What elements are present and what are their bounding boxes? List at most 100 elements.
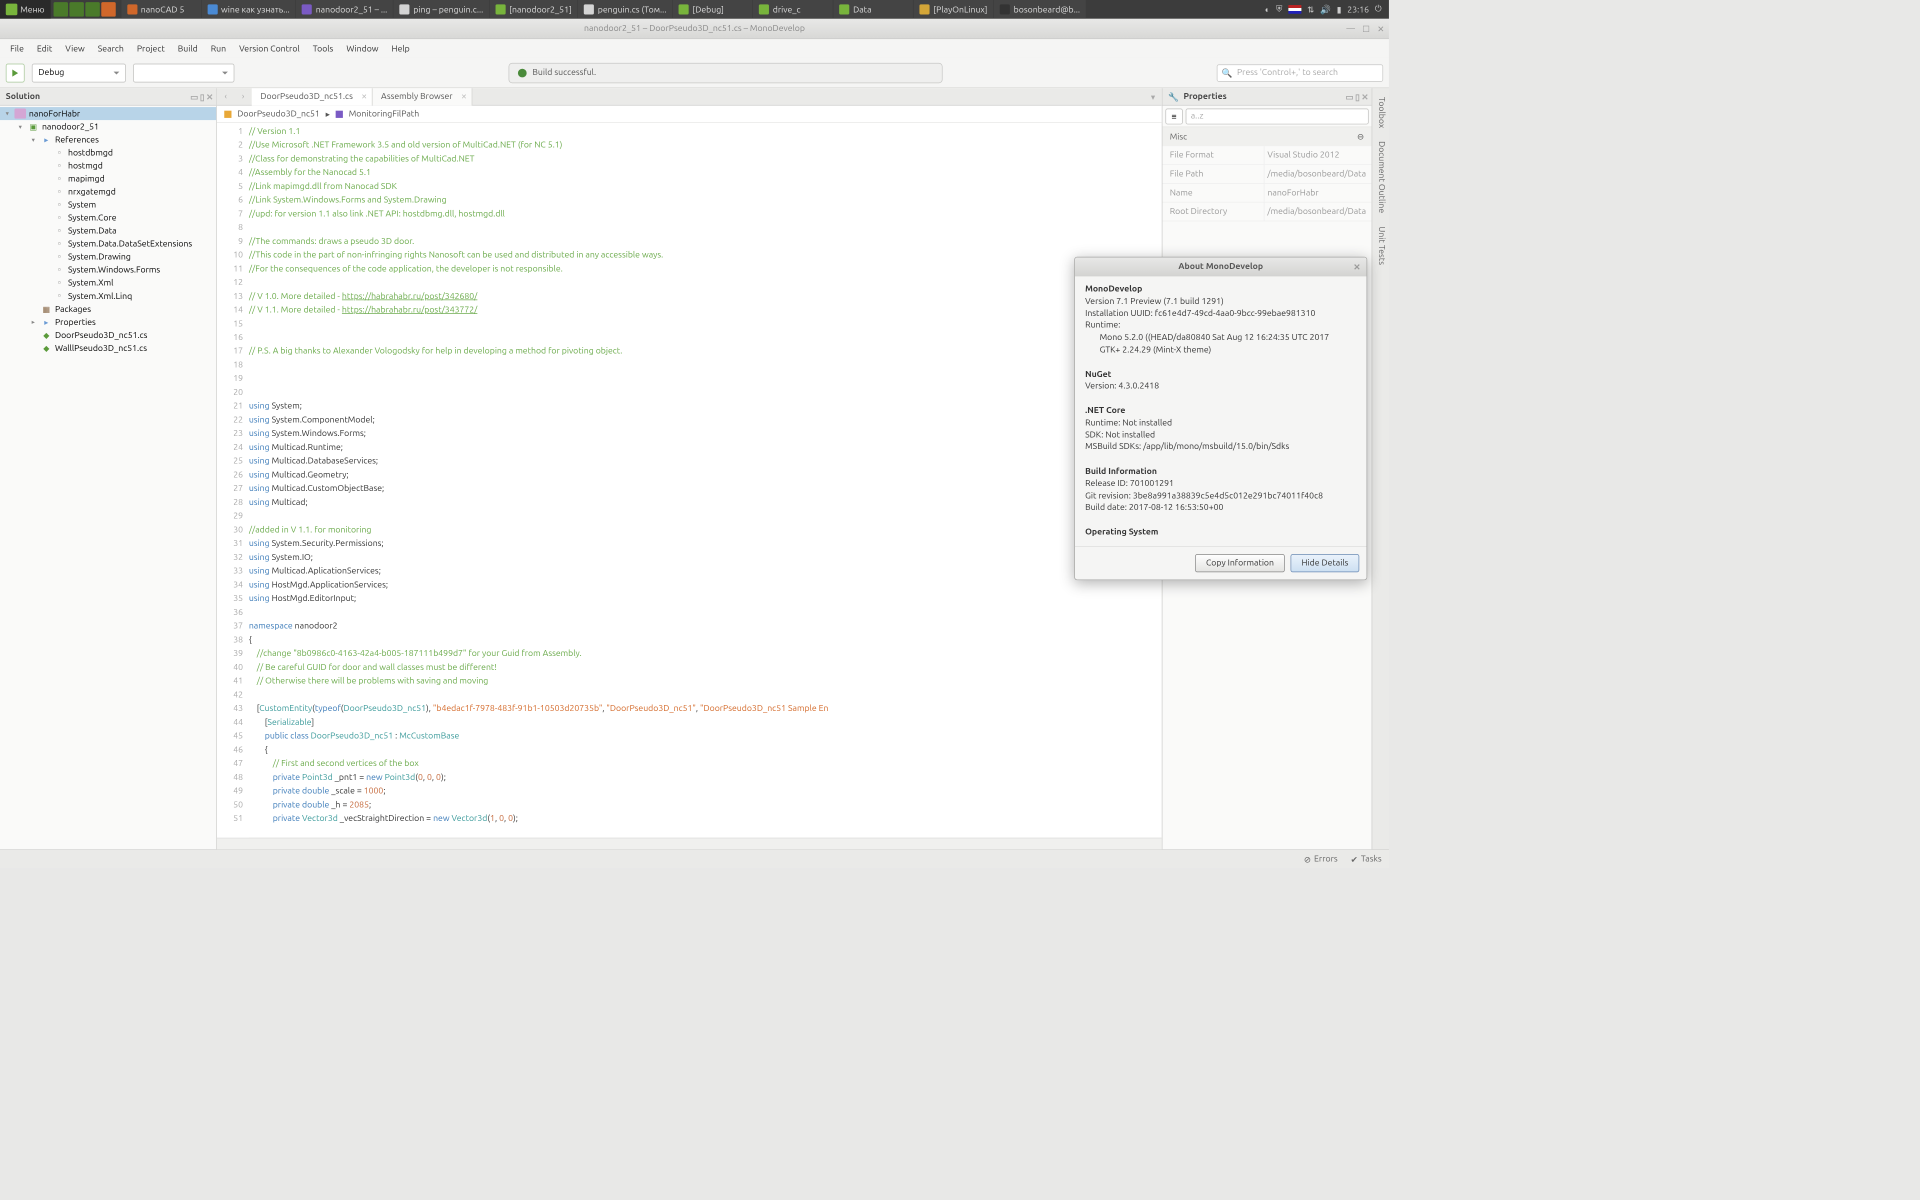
menu-edit[interactable]: Edit (31, 41, 58, 56)
launcher-terminal-icon[interactable] (69, 2, 83, 16)
taskbar-task[interactable]: [nanodoor2_51] (490, 0, 578, 19)
tree-item[interactable]: ▸▸Properties (0, 315, 216, 328)
taskbar-task[interactable]: drive_c (753, 0, 833, 19)
panel-autohide-icon[interactable]: ▯ (200, 92, 205, 102)
breadcrumb-member[interactable]: MonitoringFilPath (349, 109, 419, 118)
tree-item[interactable]: ◆WalllPseudo3D_nc51.cs (0, 341, 216, 354)
side-tab-unit-tests[interactable]: Unit Tests (1374, 223, 1388, 267)
taskbar-task[interactable]: wine как узнать... (202, 0, 296, 19)
code-lines[interactable]: // Version 1.1 //Use Microsoft .NET Fram… (249, 123, 1162, 838)
properties-section-header[interactable]: Misc ⊖ (1163, 127, 1372, 146)
tree-item[interactable]: ▫System.Data.DataSetExtensions (0, 237, 216, 250)
launcher-browser-icon[interactable] (85, 2, 99, 16)
tree-item[interactable]: ▫System.Xml.Linq (0, 289, 216, 302)
tray-clock[interactable]: 23:16 (1347, 5, 1369, 14)
categorize-button[interactable]: ≡ (1165, 108, 1182, 124)
tree-twisty-icon[interactable]: ▾ (29, 136, 38, 144)
configuration-dropdown[interactable]: Debug (32, 63, 126, 82)
errors-button[interactable]: ⊘Errors (1304, 854, 1338, 864)
menu-run[interactable]: Run (205, 41, 232, 56)
run-button[interactable] (6, 63, 25, 82)
nav-forward-button[interactable]: › (234, 88, 251, 105)
tree-item[interactable]: ▫System.Drawing (0, 250, 216, 263)
tray-logout-icon[interactable]: ⏻ (1375, 4, 1382, 14)
taskbar-task[interactable]: [Debug] (673, 0, 753, 19)
menu-tools[interactable]: Tools (307, 41, 339, 56)
tree-item[interactable]: ▫System.Windows.Forms (0, 263, 216, 276)
copy-information-button[interactable]: Copy Information (1195, 554, 1285, 572)
target-dropdown[interactable] (133, 63, 234, 82)
panel-autohide-icon[interactable]: ▯ (1355, 92, 1360, 102)
tray-shield-icon[interactable]: ⛨ (1276, 4, 1283, 14)
tray-keyboard-flag-icon[interactable] (1288, 5, 1301, 14)
tree-item[interactable]: ▫hostmgd (0, 159, 216, 172)
hide-details-button[interactable]: Hide Details (1291, 554, 1360, 572)
taskbar-task[interactable]: Data (834, 0, 914, 19)
breadcrumb-class[interactable]: DoorPseudo3D_nc51 (237, 109, 320, 118)
tree-item[interactable]: ▫System.Core (0, 211, 216, 224)
property-value[interactable]: nanoForHabr (1264, 184, 1372, 202)
tray-user-icon[interactable]: ◐ (1265, 4, 1270, 14)
tree-item[interactable]: ▾nanoForHabr (0, 107, 216, 120)
collapse-icon[interactable]: ⊖ (1357, 132, 1364, 142)
tree-item[interactable]: ▫System.Data (0, 224, 216, 237)
property-row[interactable]: NamenanoForHabr (1163, 184, 1372, 203)
global-search[interactable]: 🔍 Press 'Control+,' to search (1217, 64, 1383, 81)
menu-help[interactable]: Help (386, 41, 416, 56)
side-tab-document-outline[interactable]: Document Outline (1374, 138, 1388, 216)
taskbar-task[interactable]: [PlayOnLinux] (914, 0, 994, 19)
tree-item[interactable]: ▾▣nanodoor2_51 (0, 120, 216, 133)
horizontal-scrollbar[interactable] (217, 838, 1162, 850)
dialog-close-icon[interactable]: ✕ (1353, 262, 1360, 272)
code-editor[interactable]: 1234567891011121314151617181920212223242… (217, 123, 1162, 838)
editor-tab[interactable]: Assembly Browser✕ (372, 88, 472, 105)
breadcrumb[interactable]: DoorPseudo3D_nc51 ▸ MonitoringFilPath (217, 106, 1162, 123)
panel-close-icon[interactable]: ✕ (1361, 92, 1368, 102)
panel-close-icon[interactable]: ✕ (206, 92, 213, 102)
tray-battery-icon[interactable]: ▮ (1337, 4, 1342, 14)
property-value[interactable]: Visual Studio 2012 (1264, 146, 1372, 164)
menu-window[interactable]: Window (341, 41, 385, 56)
start-menu[interactable]: Меню (0, 0, 50, 19)
property-row[interactable]: Root Directory/media/bosonbeard/Data (1163, 203, 1372, 222)
launcher-files-icon[interactable] (53, 2, 67, 16)
panel-dock-icon[interactable]: ▭ (190, 92, 198, 102)
window-minimize-icon[interactable]: — (1346, 24, 1355, 34)
tree-twisty-icon[interactable]: ▸ (29, 318, 38, 326)
menu-view[interactable]: View (60, 41, 91, 56)
menu-build[interactable]: Build (172, 41, 204, 56)
property-row[interactable]: File FormatVisual Studio 2012 (1163, 146, 1372, 165)
property-value[interactable]: /media/bosonbeard/Data (1264, 165, 1372, 183)
taskbar-task[interactable]: nanodoor2_51 – ... (296, 0, 393, 19)
side-tab-toolbox[interactable]: Toolbox (1374, 94, 1388, 131)
window-maximize-icon[interactable]: ☐ (1362, 24, 1370, 34)
window-close-icon[interactable]: ✕ (1377, 24, 1384, 34)
taskbar-task[interactable]: ping – penguin.c... (394, 0, 489, 19)
property-row[interactable]: File Path/media/bosonbeard/Data (1163, 165, 1372, 184)
menu-project[interactable]: Project (131, 41, 170, 56)
tree-item[interactable]: ▫mapimgd (0, 172, 216, 185)
tree-twisty-icon[interactable]: ▾ (3, 110, 12, 118)
menu-search[interactable]: Search (92, 41, 130, 56)
properties-filter-input[interactable] (1186, 108, 1369, 124)
solution-tree[interactable]: ▾nanoForHabr▾▣nanodoor2_51▾▸References▫h… (0, 106, 216, 850)
tasks-button[interactable]: ✔Tasks (1351, 854, 1382, 864)
tab-close-icon[interactable]: ✕ (361, 92, 367, 101)
property-value[interactable]: /media/bosonbeard/Data (1264, 203, 1372, 221)
tab-close-icon[interactable]: ✕ (461, 92, 467, 101)
nav-back-button[interactable]: ‹ (217, 88, 234, 105)
tab-dropdown-icon[interactable]: ▾ (1144, 88, 1161, 105)
tray-network-icon[interactable]: ⇅ (1307, 4, 1314, 14)
panel-dock-icon[interactable]: ▭ (1346, 92, 1354, 102)
tree-item[interactable]: ◆DoorPseudo3D_nc51.cs (0, 328, 216, 341)
menu-version-control[interactable]: Version Control (233, 41, 305, 56)
tree-item[interactable]: ▫nrxgatemgd (0, 185, 216, 198)
tree-twisty-icon[interactable]: ▾ (16, 123, 25, 131)
tree-item[interactable]: ▫System.Xml (0, 276, 216, 289)
menu-file[interactable]: File (4, 41, 29, 56)
editor-tab[interactable]: DoorPseudo3D_nc51.cs✕ (252, 88, 373, 105)
tree-item[interactable]: ▫System (0, 198, 216, 211)
launcher-app-icon[interactable] (101, 2, 115, 16)
taskbar-task[interactable]: penguin.cs (Том... (578, 0, 672, 19)
taskbar-task[interactable]: nanoCAD 5 (121, 0, 201, 19)
